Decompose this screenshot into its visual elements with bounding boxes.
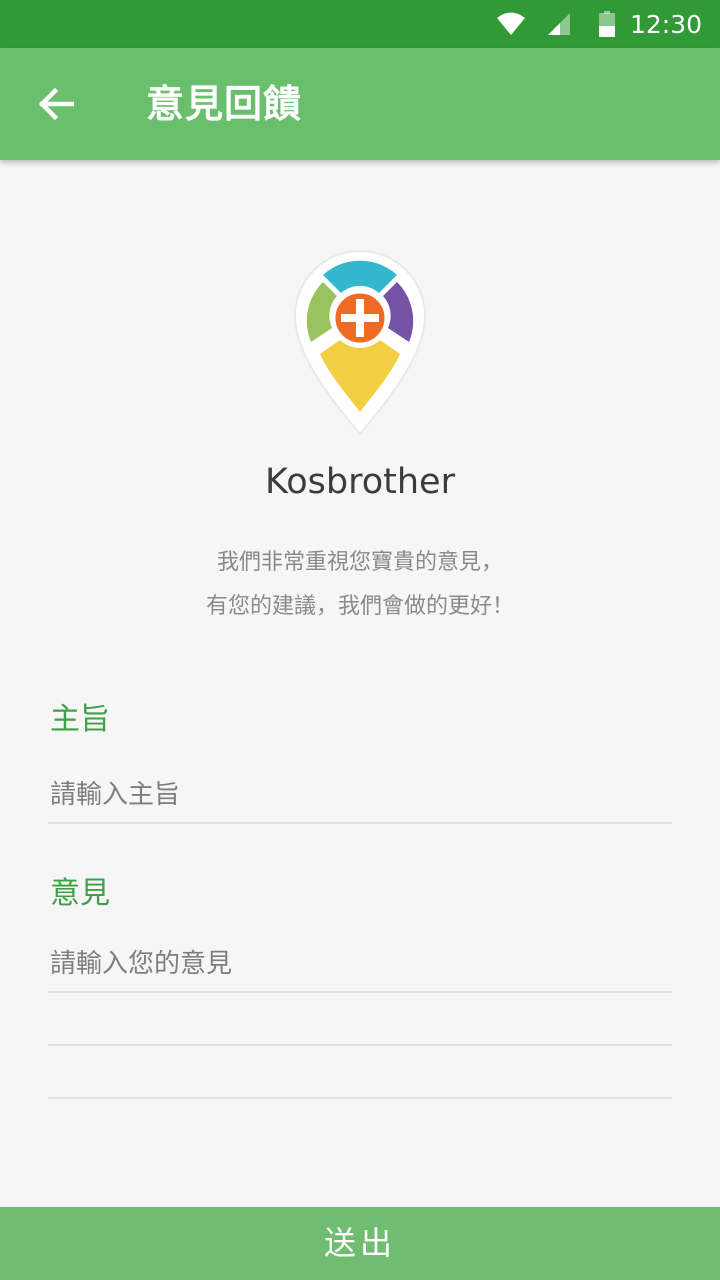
battery-icon xyxy=(598,11,616,37)
app-name: Kosbrother xyxy=(265,462,455,502)
opinion-underline-1 xyxy=(48,991,672,993)
map-pin-plus-logo xyxy=(293,250,427,436)
page-title: 意見回饋 xyxy=(146,82,303,126)
app-bar: 意見回饋 xyxy=(0,48,720,160)
status-bar: 12:30 xyxy=(0,0,720,48)
intro-text-line-1: 我們非常重視您寶貴的意見， xyxy=(216,550,503,575)
opinion-underline-2 xyxy=(48,1044,672,1046)
submit-button[interactable]: 送出 xyxy=(0,1207,720,1280)
opinion-input[interactable] xyxy=(48,943,676,985)
opinion-label: 意見 xyxy=(50,876,110,911)
arrow-left-icon xyxy=(38,87,75,124)
subject-underline xyxy=(48,822,672,824)
subject-input[interactable] xyxy=(48,774,676,816)
wifi-icon xyxy=(496,12,526,36)
back-button[interactable] xyxy=(26,76,86,136)
signal-icon xyxy=(546,12,572,36)
app-logo xyxy=(290,244,430,439)
intro-text-line-2: 有您的建議，我們會做的更好！ xyxy=(205,594,514,619)
status-icons: 12:30 xyxy=(496,0,702,48)
status-time: 12:30 xyxy=(629,9,702,39)
subject-label: 主旨 xyxy=(50,702,110,737)
opinion-underline-3 xyxy=(48,1097,672,1099)
